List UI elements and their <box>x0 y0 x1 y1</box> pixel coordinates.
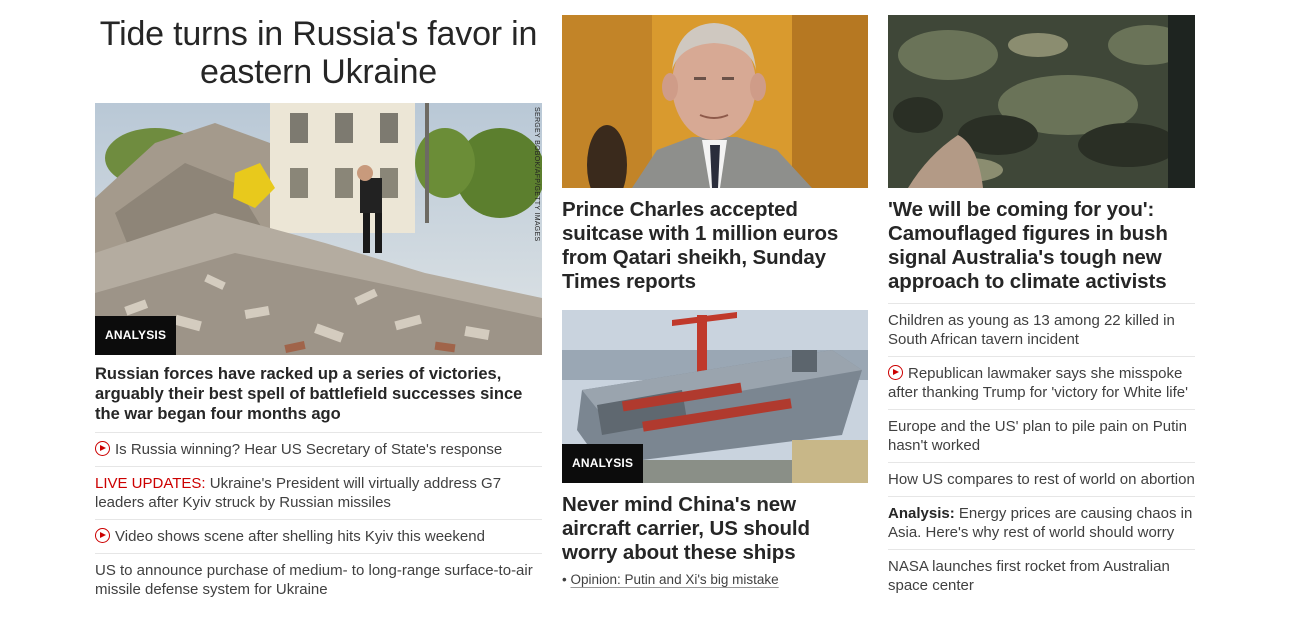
list-item[interactable]: Is Russia winning? Hear US Secretary of … <box>95 432 542 466</box>
lead-related-list: Is Russia winning? Hear US Secretary of … <box>95 432 542 606</box>
list-item-text: How US compares to rest of world on abor… <box>888 471 1195 488</box>
list-item-text: US to announce purchase of medium- to lo… <box>95 562 533 598</box>
middle-column: Prince Charles accepted suitcase with 1 … <box>562 0 868 587</box>
prince-charles-image[interactable] <box>562 15 868 188</box>
list-item-text: NASA launches first rocket from Australi… <box>888 558 1170 594</box>
list-item[interactable]: Video shows scene after shelling hits Ky… <box>95 519 542 553</box>
list-item-text: Children as young as 13 among 22 killed … <box>888 312 1175 348</box>
analysis-badge: ANALYSIS <box>95 316 177 355</box>
lead-title[interactable]: Tide turns in Russia's favor in eastern … <box>95 15 542 103</box>
list-item-text: Republican lawmaker says she misspoke af… <box>888 365 1188 401</box>
list-item[interactable]: Republican lawmaker says she misspoke af… <box>888 356 1195 409</box>
list-item[interactable]: Children as young as 13 among 22 killed … <box>888 303 1195 356</box>
portrait-photo <box>562 15 868 188</box>
opinion-link[interactable]: • Opinion: Putin and Xi's big mistake <box>562 572 868 587</box>
bullet: • <box>562 572 567 587</box>
camouflage-image[interactable] <box>888 15 1195 188</box>
aircraft-carrier-image[interactable]: ANALYSIS <box>562 310 868 483</box>
list-item[interactable]: Analysis: Energy prices are causing chao… <box>888 496 1195 549</box>
right-headline-list: Children as young as 13 among 22 killed … <box>888 303 1195 602</box>
list-item[interactable]: LIVE UPDATES: Ukraine's President will v… <box>95 466 542 519</box>
right-column: 'We will be coming for you': Camouflaged… <box>888 0 1195 602</box>
live-updates-label: LIVE UPDATES: <box>95 475 206 492</box>
story-headline[interactable]: Never mind China's new aircraft carrier,… <box>562 493 868 565</box>
list-item[interactable]: Europe and the US' plan to pile pain on … <box>888 409 1195 462</box>
story-headline[interactable]: Prince Charles accepted suitcase with 1 … <box>562 198 868 294</box>
list-item-text: Video shows scene after shelling hits Ky… <box>115 528 485 545</box>
analysis-badge: ANALYSIS <box>562 444 644 483</box>
lead-headline[interactable]: Russian forces have racked up a series o… <box>95 364 542 432</box>
list-item[interactable]: How US compares to rest of world on abor… <box>888 462 1195 496</box>
list-item-text: Europe and the US' plan to pile pain on … <box>888 418 1187 454</box>
camouflage-photo <box>888 15 1195 188</box>
lead-image[interactable]: SERGEY BOBOK/AFP/GETTY IMAGES ANALYSIS <box>95 103 542 355</box>
list-item[interactable]: US to announce purchase of medium- to lo… <box>95 553 542 606</box>
play-icon <box>95 528 110 543</box>
opinion-link-text: Opinion: Putin and Xi's big mistake <box>570 572 779 587</box>
list-item[interactable]: NASA launches first rocket from Australi… <box>888 549 1195 602</box>
image-credit: SERGEY BOBOK/AFP/GETTY IMAGES <box>533 107 540 242</box>
story-headline[interactable]: 'We will be coming for you': Camouflaged… <box>888 198 1195 294</box>
list-item-text: Is Russia winning? Hear US Secretary of … <box>115 441 503 458</box>
lead-story-column: Tide turns in Russia's favor in eastern … <box>95 0 542 606</box>
analysis-label: Analysis: <box>888 505 955 522</box>
play-icon <box>888 365 903 380</box>
play-icon <box>95 441 110 456</box>
